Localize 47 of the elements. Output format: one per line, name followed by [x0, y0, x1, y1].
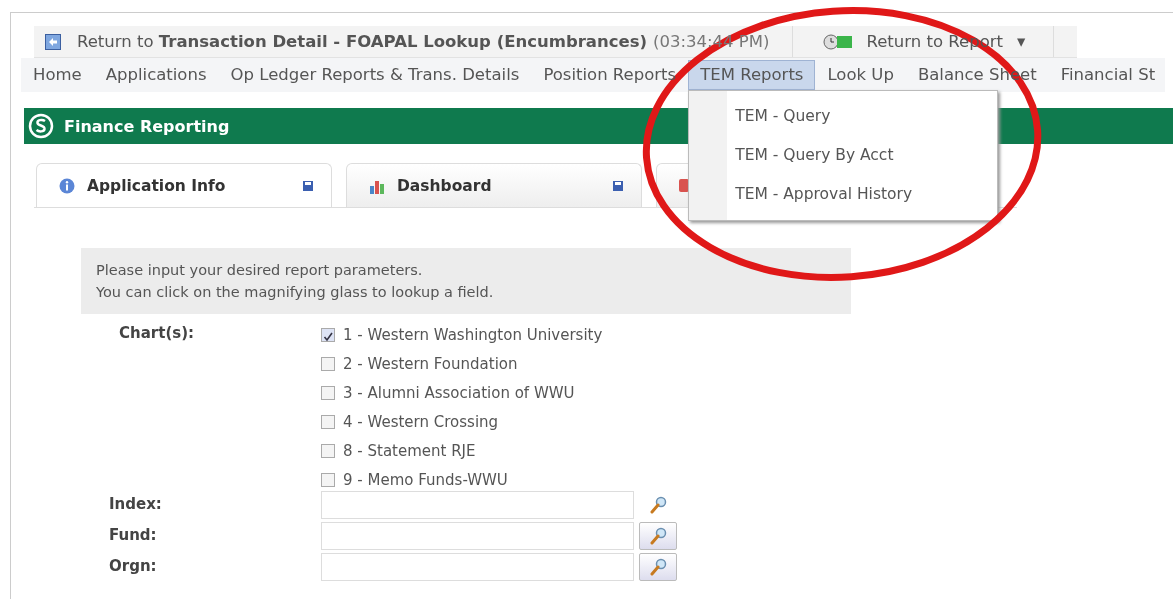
checkbox[interactable]	[321, 444, 335, 458]
menu-item[interactable]: TEM - Query	[689, 97, 998, 136]
nav-item[interactable]: Op Ledger Reports & Trans. Details	[218, 60, 532, 90]
nav-item[interactable]: Position Reports	[531, 60, 689, 90]
nav-item[interactable]: Applications	[93, 60, 219, 90]
info-icon	[59, 177, 75, 194]
save-icon[interactable]	[613, 180, 623, 191]
back-icon	[45, 33, 61, 50]
instruction-text: You can click on the magnifying glass to lookup a field.	[96, 283, 495, 302]
checkbox-label: 4 - Western Crossing	[343, 413, 499, 431]
instruction-text: Please input your desired report parameters.	[96, 261, 424, 280]
input-field[interactable]	[321, 521, 634, 550]
banner-title: Finance Reporting	[64, 116, 230, 136]
checkbox[interactable]	[321, 415, 335, 429]
return-link[interactable]: Return to Transaction Detail - FOAPAL Lookup (Encumbrances)	[34, 32, 648, 51]
checkbox-label: 8 - Statement RJE	[343, 442, 476, 460]
menu-item[interactable]: TEM - Approval History	[689, 175, 998, 214]
tab[interactable]: Dashboard	[346, 163, 642, 207]
clock-money-icon	[822, 33, 853, 50]
search-button[interactable]	[639, 521, 677, 550]
checkbox[interactable]	[321, 357, 335, 371]
field-label: Fund:	[109, 525, 158, 546]
nav-item[interactable]: Home	[21, 60, 94, 90]
input-field[interactable]	[321, 552, 634, 581]
search-icon	[649, 526, 667, 545]
search-icon	[649, 557, 667, 576]
checkbox[interactable]	[321, 473, 335, 487]
field-label: Chart(s):	[119, 324, 195, 344]
checkbox-label: 3 - Alumni Association of WWU	[343, 384, 575, 402]
tab-icon	[679, 179, 689, 192]
search-button[interactable]	[639, 552, 677, 581]
nav-item[interactable]: Financial St	[1048, 60, 1168, 90]
nav-item[interactable]: Look Up	[815, 60, 906, 90]
menu-item[interactable]: TEM - Query By Acct	[689, 136, 998, 175]
input-field[interactable]	[321, 490, 634, 519]
checkbox-label: 2 - Western Foundation	[343, 355, 518, 373]
dollar-icon	[28, 113, 54, 139]
caret-icon: ▾	[1017, 26, 1026, 57]
save-icon[interactable]	[303, 180, 313, 191]
checkbox-label: 9 - Memo Funds-WWU	[343, 471, 508, 489]
checkbox[interactable]	[321, 386, 335, 400]
checkbox[interactable]	[321, 328, 335, 342]
tab[interactable]: Application Info	[36, 163, 332, 207]
field-label: Index:	[109, 494, 163, 515]
checkbox-label: 1 - Western Washington University	[343, 326, 603, 344]
field-label: Orgn:	[109, 556, 158, 577]
search-icon	[649, 495, 667, 514]
